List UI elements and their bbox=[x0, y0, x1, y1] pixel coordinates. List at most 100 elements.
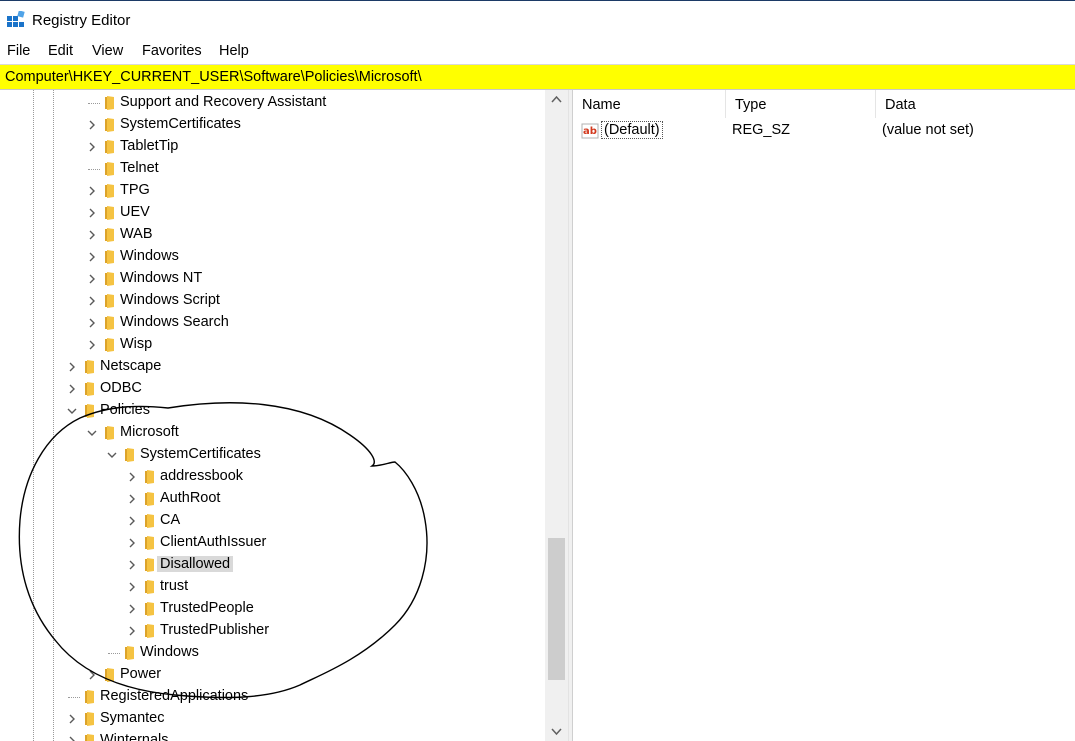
tree-node[interactable]: Winternals bbox=[0, 730, 545, 741]
tree-node-label[interactable]: ClientAuthIssuer bbox=[157, 534, 269, 550]
menu-view[interactable]: View bbox=[92, 43, 123, 59]
tree-node-label[interactable]: ODBC bbox=[97, 380, 145, 396]
chevron-right-icon[interactable] bbox=[86, 141, 98, 153]
tree-node-label[interactable]: Symantec bbox=[97, 710, 167, 726]
tree-node[interactable]: CA bbox=[0, 510, 545, 532]
address-path[interactable]: Computer\HKEY_CURRENT_USER\Software\Poli… bbox=[5, 69, 422, 85]
chevron-right-icon[interactable] bbox=[86, 185, 98, 197]
tree-node[interactable]: Policies bbox=[0, 400, 545, 422]
tree-node[interactable]: addressbook bbox=[0, 466, 545, 488]
column-header-type[interactable]: Type bbox=[726, 90, 876, 118]
chevron-right-icon[interactable] bbox=[86, 229, 98, 241]
tree-node[interactable]: RegisteredApplications bbox=[0, 686, 545, 708]
tree-node-label[interactable]: TPG bbox=[117, 182, 153, 198]
tree-node-label[interactable]: SystemCertificates bbox=[117, 116, 244, 132]
column-header-data[interactable]: Data bbox=[876, 90, 1075, 118]
tree-node-label[interactable]: Support and Recovery Assistant bbox=[117, 94, 329, 110]
tree-node[interactable]: ClientAuthIssuer bbox=[0, 532, 545, 554]
chevron-down-icon[interactable] bbox=[106, 449, 118, 461]
tree-node-label[interactable]: Windows bbox=[117, 248, 182, 264]
menu-edit[interactable]: Edit bbox=[48, 43, 73, 59]
tree-node-label[interactable]: SystemCertificates bbox=[137, 446, 264, 462]
tree-node[interactable]: UEV bbox=[0, 202, 545, 224]
tree-node[interactable]: Windows bbox=[0, 246, 545, 268]
tree-node[interactable]: Windows Search bbox=[0, 312, 545, 334]
tree-node-label[interactable]: TrustedPeople bbox=[157, 600, 257, 616]
tree-node[interactable]: TrustedPeople bbox=[0, 598, 545, 620]
chevron-right-icon[interactable] bbox=[86, 119, 98, 131]
tree-node[interactable]: Wisp bbox=[0, 334, 545, 356]
chevron-right-icon[interactable] bbox=[86, 273, 98, 285]
tree-node[interactable]: Windows bbox=[0, 642, 545, 664]
tree-node[interactable]: Netscape bbox=[0, 356, 545, 378]
tree-node[interactable]: Microsoft bbox=[0, 422, 545, 444]
chevron-right-icon[interactable] bbox=[86, 295, 98, 307]
chevron-right-icon[interactable] bbox=[66, 735, 78, 741]
tree-node-label[interactable]: Wisp bbox=[117, 336, 155, 352]
tree-node-label[interactable]: TrustedPublisher bbox=[157, 622, 272, 638]
tree-node-label[interactable]: Policies bbox=[97, 402, 153, 418]
menu-favorites[interactable]: Favorites bbox=[142, 43, 202, 59]
tree-node-label[interactable]: UEV bbox=[117, 204, 153, 220]
chevron-right-icon[interactable] bbox=[126, 603, 138, 615]
tree-node[interactable]: Support and Recovery Assistant bbox=[0, 92, 545, 114]
tree-node-label[interactable]: Netscape bbox=[97, 358, 164, 374]
tree-node-label[interactable]: Microsoft bbox=[117, 424, 182, 440]
tree-node-label[interactable]: RegisteredApplications bbox=[97, 688, 251, 704]
chevron-right-icon[interactable] bbox=[86, 207, 98, 219]
tree-node[interactable]: SystemCertificates bbox=[0, 444, 545, 466]
tree-node[interactable]: WAB bbox=[0, 224, 545, 246]
tree-node-label[interactable]: CA bbox=[157, 512, 183, 528]
chevron-right-icon[interactable] bbox=[86, 339, 98, 351]
tree-node[interactable]: Disallowed bbox=[0, 554, 545, 576]
menu-help[interactable]: Help bbox=[219, 43, 249, 59]
column-header-name[interactable]: Name bbox=[573, 90, 726, 118]
tree-node-label[interactable]: trust bbox=[157, 578, 191, 594]
chevron-right-icon[interactable] bbox=[86, 317, 98, 329]
scroll-down-arrow-icon[interactable] bbox=[545, 721, 568, 741]
tree-node[interactable]: AuthRoot bbox=[0, 488, 545, 510]
key-tree[interactable]: Support and Recovery Assistant SystemCert… bbox=[0, 90, 568, 741]
tree-node-label-selected[interactable]: Disallowed bbox=[157, 556, 234, 572]
tree-scrollbar[interactable] bbox=[545, 90, 568, 741]
tree-node-label[interactable]: Telnet bbox=[117, 160, 162, 176]
chevron-right-icon[interactable] bbox=[126, 493, 138, 505]
chevron-right-icon[interactable] bbox=[86, 669, 98, 681]
chevron-down-icon[interactable] bbox=[86, 427, 98, 439]
tree-node[interactable]: Power bbox=[0, 664, 545, 686]
scroll-thumb[interactable] bbox=[548, 538, 565, 680]
chevron-right-icon[interactable] bbox=[126, 515, 138, 527]
address-bar[interactable]: Computer\HKEY_CURRENT_USER\Software\Poli… bbox=[0, 64, 1075, 90]
tree-node[interactable]: Windows Script bbox=[0, 290, 545, 312]
chevron-right-icon[interactable] bbox=[126, 537, 138, 549]
value-row[interactable]: ab (Default) REG_SZ (value not set) bbox=[573, 120, 1075, 142]
tree-node-label[interactable]: Power bbox=[117, 666, 164, 682]
tree-node[interactable]: TrustedPublisher bbox=[0, 620, 545, 642]
chevron-down-icon[interactable] bbox=[66, 405, 78, 417]
tree-node-label[interactable]: Windows Search bbox=[117, 314, 232, 330]
chevron-right-icon[interactable] bbox=[86, 251, 98, 263]
values-list[interactable]: Name Type Data ab (Default) REG_SZ (valu… bbox=[573, 90, 1075, 741]
tree-node-label[interactable]: WAB bbox=[117, 226, 156, 242]
tree-node[interactable]: SystemCertificates bbox=[0, 114, 545, 136]
tree-node[interactable]: trust bbox=[0, 576, 545, 598]
chevron-right-icon[interactable] bbox=[126, 581, 138, 593]
tree-node[interactable]: TabletTip bbox=[0, 136, 545, 158]
chevron-right-icon[interactable] bbox=[66, 361, 78, 373]
tree-node-label[interactable]: Windows bbox=[137, 644, 202, 660]
chevron-right-icon[interactable] bbox=[66, 383, 78, 395]
tree-node[interactable]: Telnet bbox=[0, 158, 545, 180]
tree-node-label[interactable]: Windows NT bbox=[117, 270, 205, 286]
tree-node[interactable]: ODBC bbox=[0, 378, 545, 400]
tree-node-label[interactable]: Windows Script bbox=[117, 292, 223, 308]
chevron-right-icon[interactable] bbox=[126, 625, 138, 637]
chevron-right-icon[interactable] bbox=[126, 471, 138, 483]
tree-node[interactable]: Symantec bbox=[0, 708, 545, 730]
tree-node-label[interactable]: Winternals bbox=[97, 732, 172, 741]
tree-node[interactable]: TPG bbox=[0, 180, 545, 202]
value-name[interactable]: (Default) bbox=[601, 121, 663, 139]
tree-node-label[interactable]: addressbook bbox=[157, 468, 246, 484]
scroll-up-arrow-icon[interactable] bbox=[545, 90, 568, 110]
menu-file[interactable]: File bbox=[7, 43, 30, 59]
tree-node-label[interactable]: AuthRoot bbox=[157, 490, 223, 506]
